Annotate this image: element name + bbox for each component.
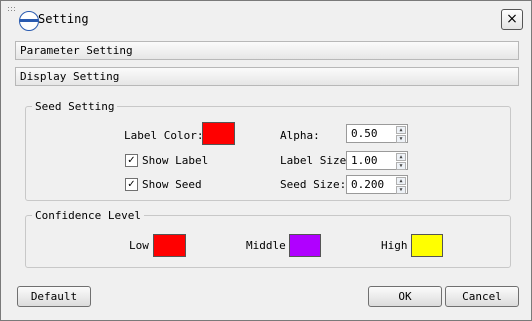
spin-up-arrow-icon[interactable]: ▲ [396, 177, 406, 185]
parameter-setting-section[interactable]: Parameter Setting [15, 41, 519, 60]
default-button[interactable]: Default [17, 286, 91, 307]
seed-size-spinbox[interactable]: 0.200 ▲ ▼ [346, 175, 408, 194]
seed-setting-title: Seed Setting [32, 100, 118, 113]
show-label-checkbox[interactable]: ✓ [125, 154, 138, 167]
low-color-swatch[interactable] [153, 234, 186, 257]
display-setting-label: Display Setting [20, 70, 120, 83]
display-setting-section[interactable]: Display Setting [15, 67, 519, 86]
spin-up-arrow-icon[interactable]: ▲ [396, 126, 406, 134]
cancel-button[interactable]: Cancel [445, 286, 519, 307]
alpha-value[interactable]: 0.50 [351, 127, 378, 140]
drag-grip-icon[interactable] [8, 7, 18, 17]
show-label-label: Show Label [142, 154, 209, 167]
alpha-spinbox[interactable]: 0.50 ▲ ▼ [346, 124, 408, 143]
parameter-setting-label: Parameter Setting [20, 44, 133, 57]
label-size-label: Label Size [280, 154, 347, 167]
show-seed-checkbox[interactable]: ✓ [125, 178, 138, 191]
alpha-label: Alpha: [280, 129, 320, 142]
show-seed-label: Show Seed [142, 178, 202, 191]
close-button[interactable]: × [501, 9, 523, 30]
settings-dialog: Setting × Parameter Setting Display Sett… [0, 0, 532, 321]
low-label: Low [129, 239, 149, 252]
title-bar[interactable]: Setting × [1, 1, 531, 35]
label-color-label: Label Color: [124, 129, 204, 142]
seed-size-label: Seed Size: [280, 178, 347, 191]
close-icon: × [506, 11, 518, 27]
high-label: High [381, 239, 408, 252]
seed-size-value[interactable]: 0.200 [351, 178, 384, 191]
middle-color-swatch[interactable] [289, 234, 321, 257]
seed-setting-group [25, 106, 511, 201]
ok-button[interactable]: OK [368, 286, 442, 307]
check-icon: ✓ [127, 155, 136, 166]
check-icon: ✓ [127, 179, 136, 190]
spin-down-arrow-icon[interactable]: ▼ [396, 186, 406, 194]
label-size-value[interactable]: 1.00 [351, 154, 378, 167]
spin-down-arrow-icon[interactable]: ▼ [396, 135, 406, 143]
window-title: Setting [38, 12, 89, 26]
label-color-swatch[interactable] [202, 122, 235, 145]
label-size-spinbox[interactable]: 1.00 ▲ ▼ [346, 151, 408, 170]
middle-label: Middle [246, 239, 286, 252]
confidence-level-title: Confidence Level [32, 209, 144, 222]
app-logo-icon [19, 11, 39, 31]
spin-down-arrow-icon[interactable]: ▼ [396, 162, 406, 170]
high-color-swatch[interactable] [411, 234, 443, 257]
spin-up-arrow-icon[interactable]: ▲ [396, 153, 406, 161]
